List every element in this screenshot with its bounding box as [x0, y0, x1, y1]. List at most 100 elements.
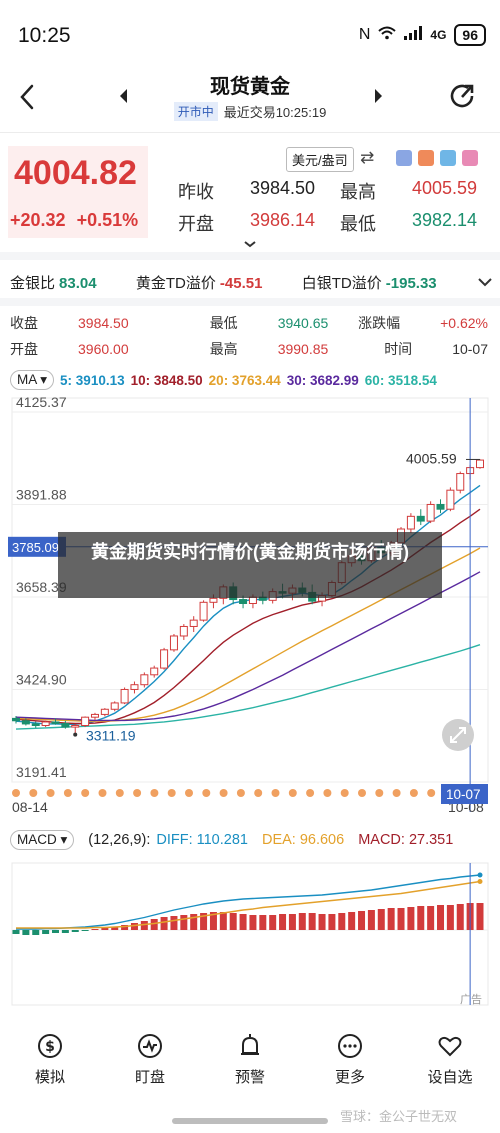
status-icons: N 4G 96: [359, 24, 486, 46]
status-time: 10:25: [18, 24, 71, 47]
ma30-value: 30: 3682.99: [286, 372, 359, 388]
macd-bar: [397, 908, 405, 930]
caret-right-icon: [375, 89, 382, 103]
refresh-button[interactable]: [446, 80, 478, 112]
macd-bar: [51, 930, 59, 933]
candle: [110, 702, 119, 710]
candle: [199, 601, 208, 621]
crosshair-date-label: 10-07: [446, 787, 481, 802]
event-dot: [219, 789, 228, 797]
event-dot: [271, 789, 280, 797]
x-date-start: 08-14: [12, 799, 48, 815]
indicator-more-button[interactable]: [476, 275, 494, 291]
event-dot: [167, 789, 176, 797]
candle: [189, 619, 198, 627]
candle: [90, 713, 99, 718]
overlay-caption: 黄金期货实时行情价(黄金期货市场行情): [58, 532, 442, 598]
macd-bar: [219, 912, 227, 930]
event-dot: [323, 789, 332, 797]
home-indicator[interactable]: [172, 1118, 328, 1124]
candle: [456, 473, 465, 491]
macd-dea-value: DEA: 96.606: [261, 832, 345, 848]
unit-select[interactable]: 美元/盎司: [286, 147, 354, 172]
swap-unit-icon[interactable]: ⇄: [360, 148, 374, 168]
settings-tool-icon[interactable]: [462, 150, 478, 166]
section-divider: [0, 252, 500, 260]
event-dot: [185, 789, 193, 797]
event-dot: [133, 789, 142, 797]
indicator-row: 金银比 83.04 黄金TD溢价 -45.51 白银TD溢价 -195.33: [10, 272, 494, 293]
macd-bar: [32, 930, 40, 935]
event-dot: [12, 789, 20, 797]
y-tick-label: 4125.37: [16, 394, 67, 410]
nav-add-watchlist[interactable]: 设自选: [410, 1032, 490, 1087]
candlestick-chart[interactable]: 4125.373891.883658.393424.903191.413785.…: [0, 390, 500, 820]
chevron-down-icon: [478, 277, 492, 286]
macd-selector[interactable]: MACD ▾: [10, 830, 75, 850]
candle: [239, 599, 248, 604]
macd-bar: [308, 913, 316, 930]
next-instrument-button[interactable]: [370, 86, 386, 106]
gold-silver-ratio: 金银比 83.04: [10, 275, 97, 292]
macd-bar: [367, 910, 375, 930]
event-dot: [427, 789, 436, 797]
nav-watch[interactable]: 盯盘: [110, 1032, 190, 1087]
macd-bar: [81, 930, 89, 931]
chart-tool-icon[interactable]: [440, 150, 456, 166]
ad-tag: 广告: [460, 993, 482, 1006]
macd-bar: [446, 905, 454, 930]
macd-bar: [417, 906, 425, 930]
macd-bar: [170, 916, 178, 930]
candle: [248, 596, 257, 604]
nfc-icon: N: [358, 26, 371, 43]
macd-bar: [348, 912, 356, 930]
macd-bar: [160, 917, 168, 930]
bell-icon: [241, 1034, 259, 1055]
macd-bar: [427, 906, 435, 930]
open-label: 开盘: [178, 214, 214, 234]
candle: [140, 674, 149, 686]
nav-simulate[interactable]: $ 模拟: [10, 1032, 90, 1087]
candle: [71, 725, 80, 728]
market-status-badge: 开市中: [173, 102, 218, 121]
chevron-down-icon: [244, 241, 256, 248]
macd-bar: [12, 930, 20, 934]
event-dot: [254, 789, 263, 797]
macd-bar: [298, 913, 306, 930]
macd-bar: [239, 914, 247, 930]
ma-legend-row: MA ▾ 5: 3910.13 10: 3848.50 20: 3763.44 …: [10, 370, 494, 390]
last-price: 4004.82: [14, 154, 137, 192]
macd-bar: [328, 914, 336, 930]
bottom-nav: $ 模拟 盯盘 预警 更多 设自选: [0, 1024, 500, 1094]
nav-alert[interactable]: 预警: [210, 1032, 290, 1087]
percent-tool-icon[interactable]: [396, 150, 412, 166]
event-dot: [150, 789, 159, 797]
summary-time: 时间 10-07: [384, 341, 488, 357]
price-change-percent: +0.51%: [76, 210, 139, 230]
summary-low: 最低 3940.65: [209, 315, 329, 331]
nav-more[interactable]: 更多: [310, 1032, 390, 1087]
candle: [476, 459, 484, 469]
macd-bar: [71, 930, 79, 932]
prev-close-value: 3984.50: [250, 178, 316, 198]
event-dot: [375, 789, 384, 797]
candle: [426, 503, 435, 522]
ma-selector[interactable]: MA ▾: [10, 370, 55, 390]
event-dot: [358, 789, 366, 797]
macd-bar: [22, 930, 30, 935]
macd-frame: [11, 862, 489, 1006]
price-change: +20.32: [10, 210, 66, 230]
macd-chart[interactable]: 广告: [0, 855, 500, 1015]
back-button[interactable]: [14, 80, 42, 114]
low-label: 最低: [340, 214, 376, 234]
candle: [446, 489, 455, 510]
max-price-label: 4005.59: [406, 450, 457, 466]
candle: [406, 515, 415, 530]
previous-instrument-button[interactable]: [116, 86, 132, 106]
info-tool-icon[interactable]: [418, 150, 434, 166]
macd-bar: [338, 913, 346, 930]
more-icon: [338, 1034, 362, 1058]
candle: [169, 635, 178, 651]
expand-quote-button[interactable]: [243, 236, 257, 248]
macd-diff-dot: [477, 872, 483, 878]
